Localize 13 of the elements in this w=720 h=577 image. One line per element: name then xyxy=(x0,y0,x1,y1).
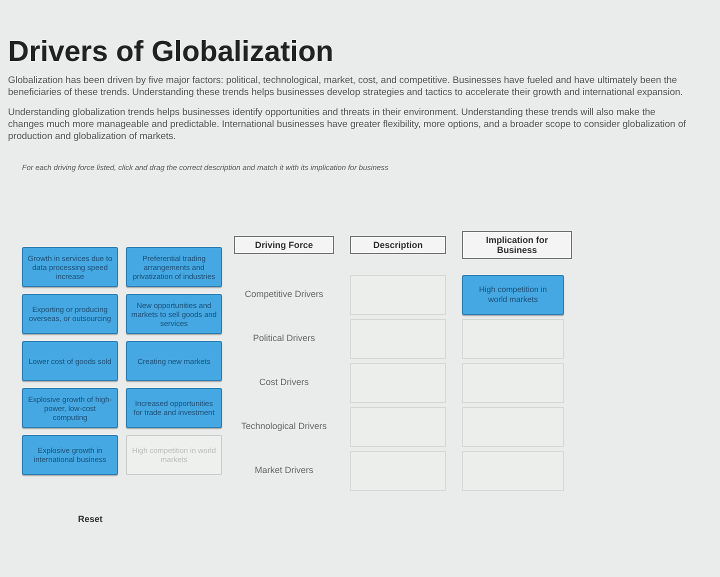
body-paragraph: Globalization has been driven by five major factors: political, technological, market, cost, and competitive. Businesses have fueled and have ultimately been the beneficiaries of these trends. Understanding these trends helps businesses develop strategies and tactics to accelerate their growth and international expansion. xyxy=(8,75,684,99)
column-header: Description xyxy=(350,236,446,254)
driving-force-label: Political Drivers xyxy=(252,332,316,346)
body-paragraph: Understanding globalization trends helps businesses identify opportunities and threats in their environment. Understanding these trends will also make the changes much more manageable and predictable. International businesses have greater flexibility, more options, and a broader scope to consider globalization of production and globalization of markets. xyxy=(8,107,687,143)
driving-force-label: Market Drivers xyxy=(254,464,314,478)
column-header: Driving Force xyxy=(234,236,334,254)
column-header: Implication for Business xyxy=(462,231,572,259)
draggable-tile[interactable]: High competition in world markets xyxy=(462,275,564,315)
driving-force-label: Cost Drivers xyxy=(258,376,310,390)
reset-button[interactable]: Reset xyxy=(78,513,222,526)
page-title: Drivers of Globalization xyxy=(8,38,334,67)
driving-force-label: Technological Drivers xyxy=(240,420,328,434)
driving-force-label: Competitive Drivers xyxy=(244,288,324,302)
